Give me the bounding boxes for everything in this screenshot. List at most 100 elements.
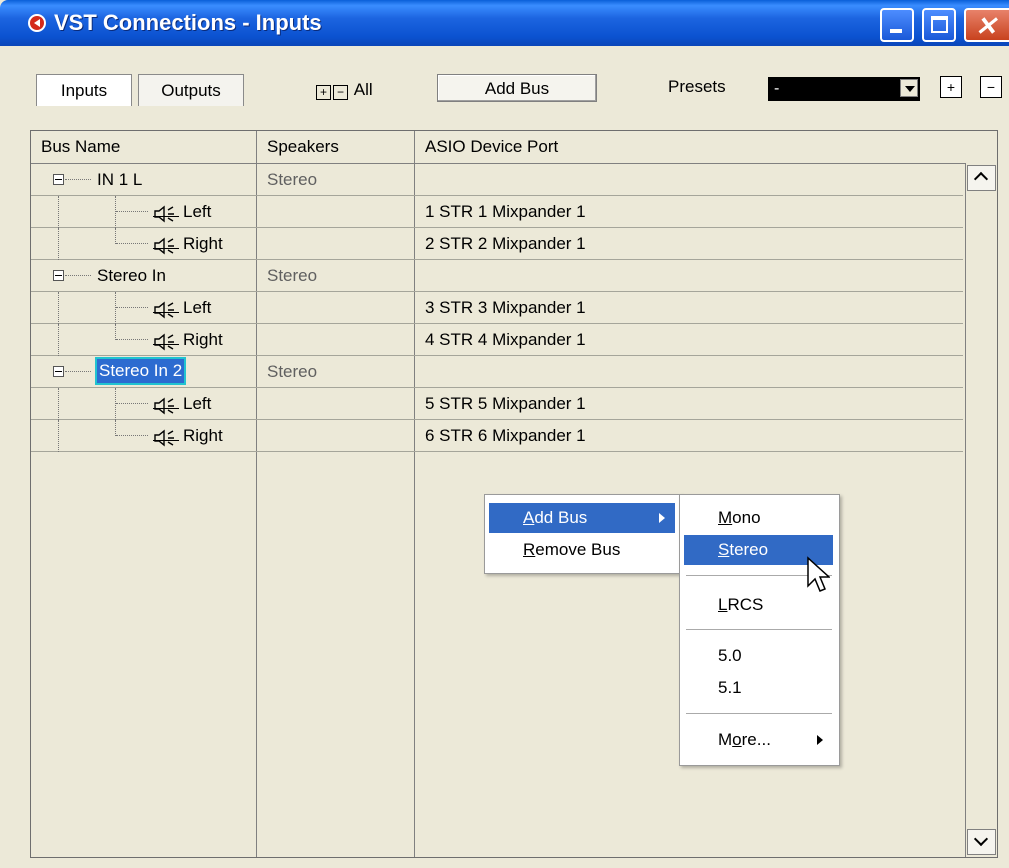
channel-name-label: Right <box>183 330 223 349</box>
expand-collapse-all[interactable]: + − All <box>316 80 373 100</box>
channel-name-label: Left <box>183 202 212 221</box>
tree-connector <box>65 179 91 180</box>
collapse-toggle-icon[interactable] <box>53 174 64 185</box>
bus-row[interactable]: Stereo In Stereo <box>31 260 963 292</box>
menu-item-add-bus[interactable]: Add Bus <box>489 503 675 533</box>
add-bus-submenu: Mono Stereo LRCS 5.0 5.1 More... <box>679 494 840 766</box>
menu-item-remove-bus[interactable]: Remove Bus <box>489 535 675 565</box>
scroll-up-button[interactable] <box>967 165 996 191</box>
speakers-cell[interactable] <box>257 420 415 451</box>
menu-separator <box>686 629 832 630</box>
speakers-cell[interactable] <box>257 228 415 259</box>
menu-separator <box>686 713 832 714</box>
channel-row[interactable]: Left 1 STR 1 Mixpander 1 <box>31 196 963 228</box>
speaker-icon <box>153 235 179 255</box>
minimize-button[interactable] <box>880 8 914 42</box>
column-header-speakers[interactable]: Speakers <box>257 131 415 163</box>
tree-connector <box>58 196 59 228</box>
bus-name-cell: Left <box>31 292 257 324</box>
submenu-arrow-icon <box>659 513 665 523</box>
tab-outputs[interactable]: Outputs <box>138 74 244 106</box>
tree-connector <box>65 371 91 372</box>
channel-row[interactable]: Left 5 STR 5 Mixpander 1 <box>31 388 963 420</box>
tree-connector <box>115 388 116 420</box>
minimize-icon <box>890 29 902 33</box>
tree-connector <box>115 228 116 244</box>
menu-item-5-0[interactable]: 5.0 <box>684 641 833 671</box>
tree-connector <box>115 420 116 436</box>
bus-row[interactable]: IN 1 L Stereo <box>31 164 963 196</box>
tree-connector <box>116 307 148 308</box>
tree-connector <box>116 435 148 436</box>
column-header-asio-device-port[interactable]: ASIO Device Port <box>415 131 997 163</box>
speaker-icon <box>153 395 179 415</box>
speakers-cell[interactable] <box>257 196 415 227</box>
collapse-toggle-icon[interactable] <box>53 270 64 281</box>
menu-item-more[interactable]: More... <box>684 725 833 755</box>
asio-port-cell[interactable] <box>415 164 963 195</box>
bus-name-cell: Right <box>31 324 257 356</box>
title-bar[interactable]: VST Connections - Inputs ✕ <box>0 0 1009 46</box>
collapse-all-icon[interactable]: − <box>333 85 348 100</box>
tree-connector <box>116 211 148 212</box>
speakers-cell[interactable] <box>257 292 415 323</box>
add-bus-button[interactable]: Add Bus <box>437 74 597 102</box>
expand-all-icon[interactable]: + <box>316 85 331 100</box>
speakers-cell[interactable]: Stereo <box>257 260 415 291</box>
window-title: VST Connections - Inputs <box>54 10 322 35</box>
menu-item-mono[interactable]: Mono <box>684 503 833 533</box>
submenu-arrow-icon <box>817 735 823 745</box>
bus-row[interactable]: Stereo In 2 Stereo <box>31 356 963 388</box>
mouse-pointer-icon <box>807 556 830 592</box>
scroll-down-button[interactable] <box>967 829 996 855</box>
bus-name-label[interactable]: IN 1 L <box>97 164 142 195</box>
collapse-toggle-icon[interactable] <box>53 366 64 377</box>
channel-row[interactable]: Right 4 STR 4 Mixpander 1 <box>31 324 963 356</box>
tree-connector <box>65 275 91 276</box>
asio-port-cell[interactable]: 5 STR 5 Mixpander 1 <box>415 388 963 419</box>
asio-port-cell[interactable]: 3 STR 3 Mixpander 1 <box>415 292 963 323</box>
tree-connector <box>58 420 59 452</box>
asio-port-cell[interactable]: 1 STR 1 Mixpander 1 <box>415 196 963 227</box>
asio-port-cell[interactable]: 6 STR 6 Mixpander 1 <box>415 420 963 451</box>
bus-name-cell: Right <box>31 420 257 452</box>
channel-row[interactable]: Left 3 STR 3 Mixpander 1 <box>31 292 963 324</box>
speakers-cell[interactable] <box>257 324 415 355</box>
asio-port-cell[interactable] <box>415 260 963 291</box>
asio-port-cell[interactable] <box>415 356 963 387</box>
store-preset-icon[interactable]: + <box>940 76 962 98</box>
channel-name-label: Left <box>183 298 212 317</box>
bus-name-label[interactable]: Stereo In <box>97 260 166 291</box>
all-label: All <box>353 80 373 99</box>
asio-port-cell[interactable]: 4 STR 4 Mixpander 1 <box>415 324 963 355</box>
channel-row[interactable]: Right 2 STR 2 Mixpander 1 <box>31 228 963 260</box>
tree-connector <box>115 196 116 228</box>
presets-value: - <box>774 80 780 97</box>
speaker-icon <box>153 331 179 351</box>
presets-dropdown[interactable]: - <box>768 77 920 101</box>
maximize-button[interactable] <box>922 8 956 42</box>
remove-preset-icon[interactable]: − <box>980 76 1002 98</box>
vertical-scrollbar[interactable] <box>965 163 997 857</box>
speakers-cell[interactable] <box>257 388 415 419</box>
bus-name-cell: Left <box>31 196 257 228</box>
bus-name-label[interactable]: Stereo In 2 <box>94 357 187 385</box>
asio-port-cell[interactable]: 2 STR 2 Mixpander 1 <box>415 228 963 259</box>
tree-connector <box>116 403 148 404</box>
tree-connector <box>58 292 59 324</box>
menu-item-5-1[interactable]: 5.1 <box>684 673 833 703</box>
close-button[interactable]: ✕ <box>964 8 1009 42</box>
channel-name-label: Right <box>183 426 223 445</box>
tree-connector <box>58 324 59 356</box>
dropdown-arrow-icon[interactable] <box>900 79 918 97</box>
tree-connector <box>58 228 59 260</box>
column-header-bus-name[interactable]: Bus Name <box>31 131 257 163</box>
speakers-cell[interactable]: Stereo <box>257 164 415 195</box>
close-icon: ✕ <box>975 11 997 41</box>
bus-name-cell: Right <box>31 228 257 260</box>
bus-name-cell: Stereo In <box>31 260 257 291</box>
speakers-cell[interactable]: Stereo <box>257 356 415 387</box>
channel-row[interactable]: Right 6 STR 6 Mixpander 1 <box>31 420 963 452</box>
speaker-icon <box>153 299 179 319</box>
tab-inputs[interactable]: Inputs <box>36 74 132 106</box>
